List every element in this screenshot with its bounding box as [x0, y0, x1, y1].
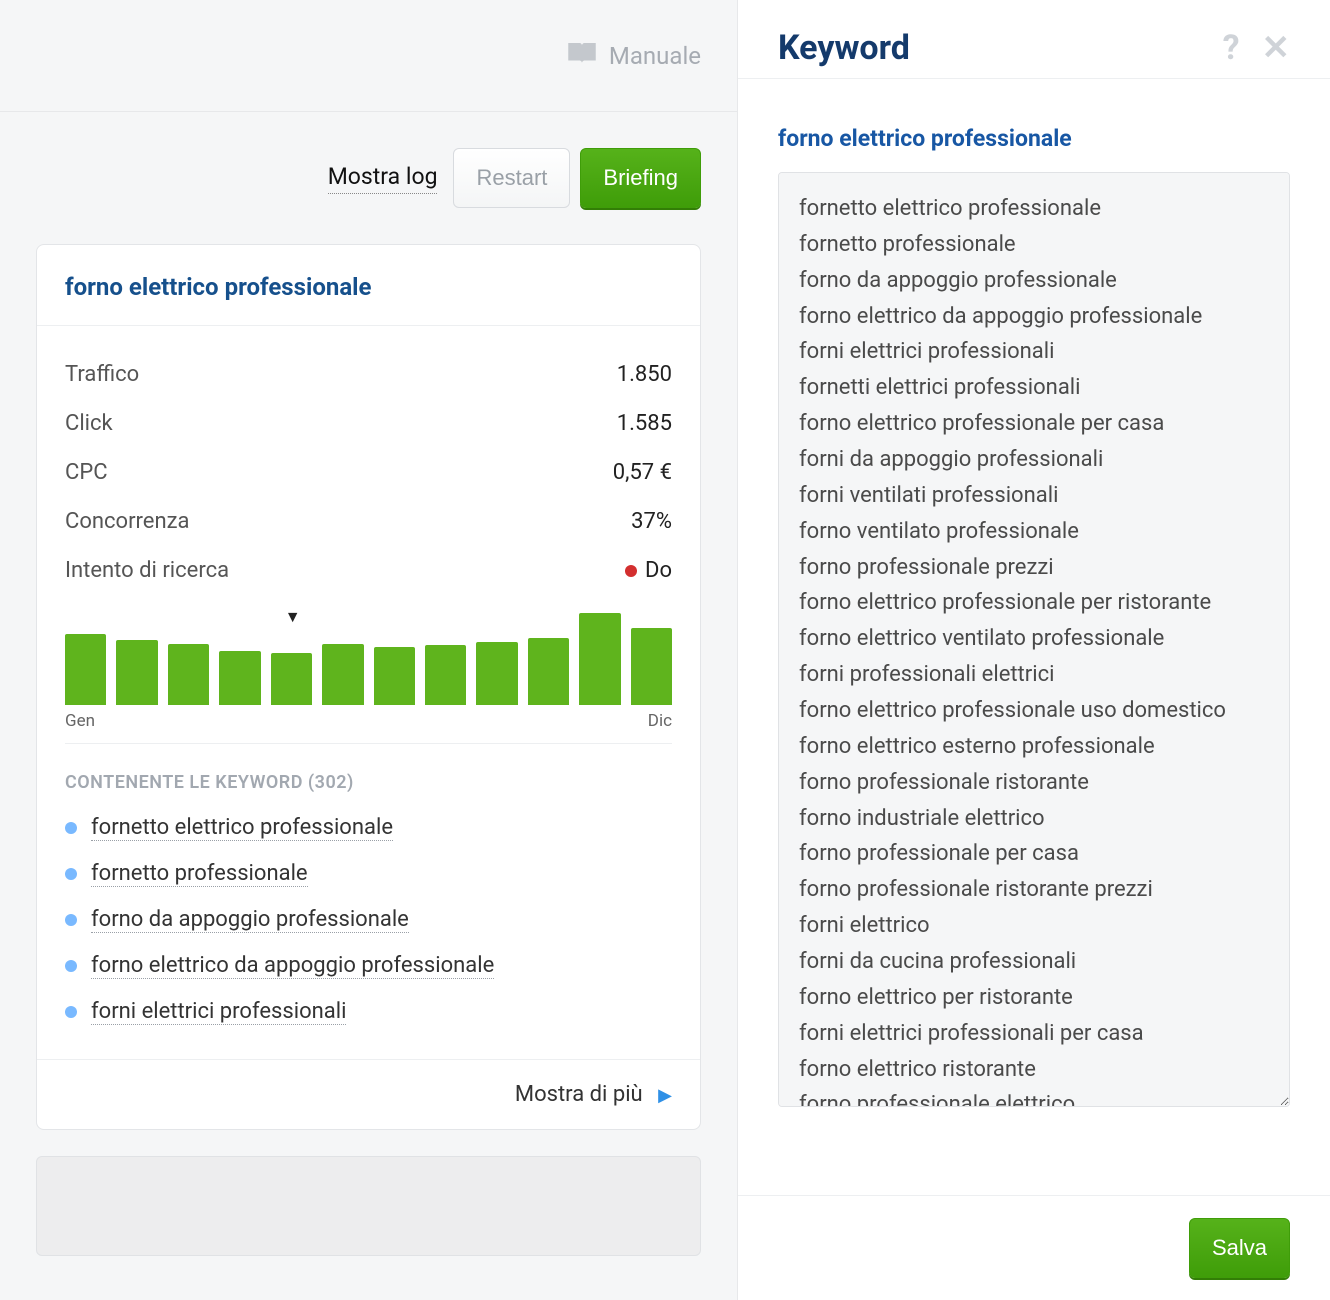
keyword-link[interactable]: fornetto professionale: [91, 861, 308, 887]
caret-down-icon: ▼: [285, 607, 301, 627]
list-item: forni elettrici professionali: [65, 989, 672, 1035]
bullet-icon: [65, 868, 77, 880]
stat-value: 0,57 €: [613, 460, 672, 485]
restart-button[interactable]: Restart: [453, 148, 570, 208]
panel-body: forno elettrico professionale: [738, 101, 1330, 1171]
right-pane: Keyword ? ✕ forno elettrico professional…: [738, 0, 1330, 1300]
stat-label: CPC: [65, 460, 108, 485]
bullet-icon: [65, 914, 77, 926]
list-item: fornetto professionale: [65, 851, 672, 897]
chart-bar: [65, 634, 106, 705]
keyword-link[interactable]: fornetto elettrico professionale: [91, 815, 393, 841]
chart-bar: [579, 613, 620, 705]
card-footer: Mostra di più ▶: [37, 1059, 700, 1129]
stat-label: Traffico: [65, 362, 139, 387]
actions-row: Mostra log Restart Briefing: [0, 112, 737, 238]
chart-bar: [425, 645, 466, 705]
stat-value: 1.850: [617, 362, 672, 387]
list-item: forno da appoggio professionale: [65, 897, 672, 943]
stat-value: Do: [625, 558, 672, 583]
placeholder-card: [36, 1156, 701, 1256]
chevron-right-icon: ▶: [658, 1085, 672, 1106]
stat-label: Click: [65, 411, 113, 436]
chart-bar: [374, 647, 415, 705]
panel-keyword-title: forno elettrico professionale: [778, 125, 1290, 152]
keyword-textarea[interactable]: [778, 172, 1290, 1107]
panel-title: Keyword: [778, 28, 910, 68]
stat-label: Intento di ricerca: [65, 558, 229, 583]
keywords-section-label: CONTENENTE LE KEYWORD (302): [37, 744, 700, 799]
help-icon[interactable]: ?: [1223, 28, 1240, 68]
left-pane: Manuale Mostra log Restart Briefing forn…: [0, 0, 738, 1300]
panel-footer: Salva: [738, 1195, 1330, 1300]
list-item: forno elettrico da appoggio professional…: [65, 943, 672, 989]
show-more-label: Mostra di più: [515, 1082, 643, 1107]
show-more-link[interactable]: Mostra di più ▶: [515, 1082, 672, 1107]
chart-bar: [168, 644, 209, 705]
chart-bar: [476, 642, 517, 705]
x-start: Gen: [65, 711, 95, 731]
topbar: Manuale: [0, 0, 737, 112]
keyword-list: fornetto elettrico professionale fornetto…: [37, 799, 700, 1059]
show-log-link[interactable]: Mostra log: [328, 163, 438, 194]
chart-bar: [322, 644, 363, 705]
chart-bar: [116, 640, 157, 705]
chart-bar: [219, 651, 260, 705]
chart-bar: [631, 628, 672, 705]
manual-link[interactable]: Manuale: [609, 42, 701, 70]
chart-bar: [528, 638, 569, 705]
stat-traffic: Traffico 1.850: [65, 350, 672, 399]
bullet-icon: [65, 1006, 77, 1018]
keyword-link[interactable]: forno da appoggio professionale: [91, 907, 409, 933]
close-icon[interactable]: ✕: [1262, 28, 1291, 68]
panel-header: Keyword ? ✕: [738, 0, 1330, 79]
card-body: Traffico 1.850 Click 1.585 CPC 0,57 € Co…: [37, 326, 700, 744]
list-item: fornetto elettrico professionale: [65, 805, 672, 851]
keyword-link[interactable]: forni elettrici professionali: [91, 999, 346, 1025]
intent-text: Do: [645, 558, 672, 583]
stat-value: 37%: [631, 509, 672, 534]
stat-click: Click 1.585: [65, 399, 672, 448]
briefing-button[interactable]: Briefing: [580, 148, 701, 208]
bullet-icon: [65, 822, 77, 834]
intent-dot-icon: [625, 565, 637, 577]
stat-intent: Intento di ricerca Do: [65, 546, 672, 595]
save-button[interactable]: Salva: [1189, 1218, 1290, 1278]
x-end: Dic: [648, 711, 672, 731]
stat-value: 1.585: [617, 411, 672, 436]
trend-chart: ▼ Gen Dic: [65, 609, 672, 744]
chart-bar: [271, 653, 312, 705]
bullet-icon: [65, 960, 77, 972]
stat-cpc: CPC 0,57 €: [65, 448, 672, 497]
keyword-link[interactable]: forno elettrico da appoggio professional…: [91, 953, 494, 979]
keyword-card: forno elettrico professionale Traffico 1…: [36, 244, 701, 1130]
stat-competition: Concorrenza 37%: [65, 497, 672, 546]
stat-label: Concorrenza: [65, 509, 189, 534]
manual-icon: [567, 41, 597, 71]
card-title: forno elettrico professionale: [37, 245, 700, 326]
